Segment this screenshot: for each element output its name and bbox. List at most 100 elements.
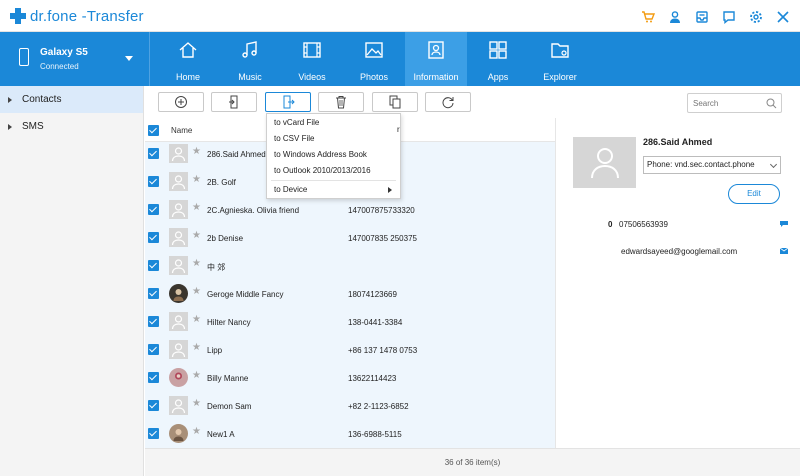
status-bar: 36 of 36 item(s) bbox=[145, 448, 800, 476]
list-item[interactable]: ★ Billy Manne 13622114423 bbox=[145, 366, 555, 394]
menu-item-to-device[interactable]: to Device bbox=[267, 183, 400, 197]
tab-music[interactable]: Music bbox=[219, 32, 281, 86]
account-select[interactable]: Phone: vnd.sec.contact.phone bbox=[643, 156, 781, 174]
person-icon bbox=[171, 203, 186, 217]
menu-item-outlook[interactable]: to Outlook 2010/2013/2016 bbox=[267, 164, 400, 178]
list-item[interactable]: ★ Lipp +86 137 1478 0753 bbox=[145, 338, 555, 366]
chevron-down-icon[interactable] bbox=[125, 56, 133, 61]
favorite-star-icon[interactable]: ★ bbox=[192, 426, 201, 437]
row-checkbox[interactable] bbox=[148, 260, 159, 271]
contact-name: Lipp bbox=[207, 346, 223, 355]
sidebar-item-sms[interactable]: SMS bbox=[0, 113, 143, 140]
favorite-star-icon[interactable]: ★ bbox=[192, 398, 201, 409]
refresh-button[interactable] bbox=[425, 92, 471, 112]
tab-home[interactable]: Home bbox=[157, 32, 219, 86]
favorite-star-icon[interactable]: ★ bbox=[192, 258, 201, 269]
favorite-star-icon[interactable]: ★ bbox=[192, 286, 201, 297]
list-item[interactable]: ★ New1 A 136-6988-5115 bbox=[145, 422, 555, 448]
favorite-star-icon[interactable]: ★ bbox=[192, 342, 201, 353]
list-item[interactable]: ★ Geroge Middle Fancy 18074123669 bbox=[145, 282, 555, 310]
contact-card-icon bbox=[428, 41, 444, 59]
row-checkbox[interactable] bbox=[148, 176, 159, 187]
row-checkbox[interactable] bbox=[148, 148, 159, 159]
plus-logo-icon bbox=[10, 8, 26, 24]
list-item[interactable]: ★ Hilter Nancy 138-0441-3384 bbox=[145, 310, 555, 338]
copy-icon bbox=[389, 95, 401, 109]
list-item[interactable]: ★ 中 郊 bbox=[145, 254, 555, 282]
delete-button[interactable] bbox=[318, 92, 364, 112]
column-header-name[interactable]: Name bbox=[171, 126, 192, 135]
person-icon bbox=[171, 315, 186, 329]
menu-item-label: to Device bbox=[274, 185, 308, 194]
row-checkbox[interactable] bbox=[148, 344, 159, 355]
tab-information[interactable]: Information bbox=[405, 32, 467, 86]
tab-photos[interactable]: Photos bbox=[343, 32, 405, 86]
inbox-icon[interactable] bbox=[693, 8, 711, 26]
tab-label: Home bbox=[175, 72, 200, 82]
search-box[interactable] bbox=[687, 93, 782, 113]
avatar bbox=[169, 340, 188, 359]
menu-item-csv[interactable]: to CSV File bbox=[267, 132, 400, 146]
tab-videos[interactable]: Videos bbox=[281, 32, 343, 86]
list-item[interactable]: ★ Demon Sam +82 2-1123-6852 bbox=[145, 394, 555, 422]
favorite-star-icon[interactable]: ★ bbox=[192, 202, 201, 213]
sidebar-item-contacts[interactable]: Contacts bbox=[0, 86, 143, 113]
import-icon bbox=[229, 95, 238, 109]
tab-label: Information bbox=[413, 72, 459, 82]
cart-icon[interactable] bbox=[639, 8, 657, 26]
contact-phone: 13622114423 bbox=[348, 374, 397, 383]
contact-name: Geroge Middle Fancy bbox=[207, 290, 284, 299]
row-checkbox[interactable] bbox=[148, 204, 159, 215]
music-icon bbox=[242, 41, 257, 58]
list-item[interactable]: ★ 2b Denise 147007835 250375 bbox=[145, 226, 555, 254]
avatar bbox=[169, 312, 188, 331]
export-button[interactable] bbox=[265, 92, 311, 112]
copy-button[interactable] bbox=[372, 92, 418, 112]
message-icon[interactable] bbox=[780, 221, 788, 227]
settings-icon[interactable] bbox=[747, 8, 765, 26]
add-contact-button[interactable] bbox=[158, 92, 204, 112]
row-checkbox[interactable] bbox=[148, 232, 159, 243]
feedback-icon[interactable] bbox=[720, 8, 738, 26]
submenu-arrow-icon bbox=[388, 187, 392, 193]
menu-item-windows-address-book[interactable]: to Windows Address Book bbox=[267, 148, 400, 162]
person-icon bbox=[171, 147, 186, 161]
export-icon bbox=[283, 95, 295, 109]
favorite-star-icon[interactable]: ★ bbox=[192, 370, 201, 381]
row-checkbox[interactable] bbox=[148, 400, 159, 411]
edit-button[interactable]: Edit bbox=[728, 184, 780, 204]
import-button[interactable] bbox=[211, 92, 257, 112]
contact-phone: 18074123669 bbox=[348, 290, 397, 299]
menu-item-vcard[interactable]: to vCard File bbox=[267, 116, 400, 130]
user-icon[interactable] bbox=[666, 8, 684, 26]
close-icon[interactable] bbox=[774, 8, 792, 26]
contact-name: 2C.Agnieska. Olivia friend bbox=[207, 206, 300, 215]
select-all-checkbox[interactable] bbox=[148, 125, 159, 136]
row-checkbox[interactable] bbox=[148, 372, 159, 383]
tab-label: Apps bbox=[487, 72, 509, 82]
tab-explorer[interactable]: Explorer bbox=[529, 32, 591, 86]
row-checkbox[interactable] bbox=[148, 428, 159, 439]
list-item[interactable]: ★ 2C.Agnieska. Olivia friend 14700787573… bbox=[145, 198, 555, 226]
tab-label: Music bbox=[238, 72, 262, 82]
tab-label: Videos bbox=[298, 72, 326, 82]
favorite-star-icon[interactable]: ★ bbox=[192, 146, 201, 157]
favorite-star-icon[interactable]: ★ bbox=[192, 174, 201, 185]
favorite-star-icon[interactable]: ★ bbox=[192, 230, 201, 241]
avatar bbox=[169, 144, 188, 163]
contact-phone: 138-0441-3384 bbox=[348, 318, 403, 327]
avatar-photo bbox=[169, 284, 188, 303]
person-photo-icon bbox=[173, 289, 184, 301]
contact-name: 286.Said Ahmed bbox=[207, 150, 266, 159]
contact-detail-panel: 286.Said Ahmed Phone: vnd.sec.contact.ph… bbox=[555, 118, 800, 448]
tab-apps[interactable]: Apps bbox=[467, 32, 529, 86]
search-icon[interactable] bbox=[766, 98, 777, 109]
row-checkbox[interactable] bbox=[148, 316, 159, 327]
photo-icon bbox=[365, 42, 383, 58]
row-checkbox[interactable] bbox=[148, 288, 159, 299]
search-input[interactable] bbox=[688, 94, 760, 112]
favorite-star-icon[interactable]: ★ bbox=[192, 314, 201, 325]
mail-icon[interactable] bbox=[780, 248, 788, 254]
sidebar-item-label: SMS bbox=[22, 121, 44, 132]
device-selector[interactable]: Galaxy S5 Connected bbox=[0, 32, 150, 86]
